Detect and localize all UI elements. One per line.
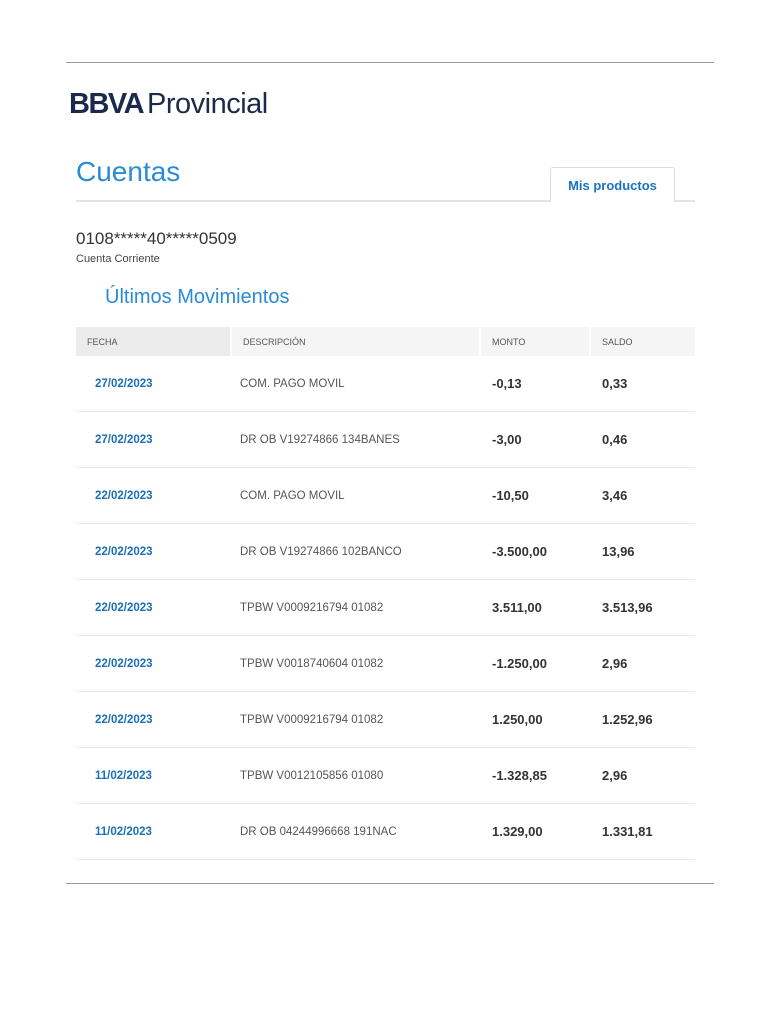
row-description: TPBW V0012105856 01080: [231, 747, 480, 804]
row-date[interactable]: 22/02/2023: [76, 691, 231, 748]
movements-table: FECHA DESCRIPCIÓN MONTO SALDO 27/02/2023…: [76, 327, 695, 860]
row-balance: 1.331,81: [590, 803, 695, 860]
row-amount: 1.329,00: [480, 803, 590, 860]
table-header: FECHA DESCRIPCIÓN MONTO SALDO: [76, 327, 695, 356]
row-amount: -3,00: [480, 411, 590, 468]
row-description: DR OB 04244996668 191NAC: [231, 803, 480, 860]
row-balance: 0,33: [590, 356, 695, 412]
row-amount: 1.250,00: [480, 691, 590, 748]
logo-bold: BBVA: [69, 88, 145, 120]
row-description: COM. PAGO MOVIL: [231, 467, 480, 524]
header-monto[interactable]: MONTO: [479, 327, 590, 356]
table-row[interactable]: 11/02/2023 TPBW V0012105856 01080 -1.328,8…: [76, 747, 695, 804]
row-balance: 0,46: [590, 411, 695, 468]
row-date[interactable]: 27/02/2023: [76, 356, 231, 412]
account-type: Cuenta Corriente: [76, 253, 160, 265]
row-amount: -1.328,85: [480, 747, 590, 804]
header-saldo[interactable]: SALDO: [589, 327, 695, 356]
table-row[interactable]: 11/02/2023 DR OB 04244996668 191NAC 1.329,…: [76, 803, 695, 860]
section-title: Últimos Movimientos: [105, 286, 290, 308]
row-balance: 2,96: [590, 747, 695, 804]
row-balance: 2,96: [590, 635, 695, 692]
row-balance: 1.252,96: [590, 691, 695, 748]
table-row[interactable]: 22/02/2023 COM. PAGO MOVIL -10,50 3,46: [76, 467, 695, 524]
logo-light: Provincial: [147, 88, 268, 120]
table-row[interactable]: 22/02/2023 TPBW V0009216794 01082 1.250,00…: [76, 691, 695, 748]
row-description: COM. PAGO MOVIL: [231, 356, 480, 412]
bbva-provincial-logo: BBVA Provincial: [69, 88, 268, 121]
table-row[interactable]: 27/02/2023 COM. PAGO MOVIL -0,13 0,33: [76, 356, 695, 412]
table-row[interactable]: 22/02/2023 TPBW V0018740604 01082 -1.250,0…: [76, 635, 695, 692]
row-amount: 3.511,00: [480, 579, 590, 636]
row-amount: -1.250,00: [480, 635, 590, 692]
row-date[interactable]: 22/02/2023: [76, 635, 231, 692]
row-description: DR OB V19274866 134BANES: [231, 411, 480, 468]
bottom-divider: [66, 883, 714, 884]
tab-mis-productos[interactable]: Mis productos: [550, 167, 675, 202]
row-amount: -3.500,00: [480, 523, 590, 580]
page-title: Cuentas: [76, 156, 181, 187]
row-balance: 13,96: [590, 523, 695, 580]
row-date[interactable]: 11/02/2023: [76, 803, 231, 860]
table-row[interactable]: 22/02/2023 DR OB V19274866 102BANCO -3.500…: [76, 523, 695, 580]
top-divider: [66, 62, 714, 63]
header-fecha[interactable]: FECHA: [76, 327, 231, 356]
row-balance: 3.513,96: [590, 579, 695, 636]
header-descripcion[interactable]: DESCRIPCIÓN: [230, 327, 480, 356]
row-date[interactable]: 11/02/2023: [76, 747, 231, 804]
row-description: DR OB V19274866 102BANCO: [231, 523, 480, 580]
account-number: 0108*****40*****0509: [76, 229, 237, 248]
row-description: TPBW V0009216794 01082: [231, 579, 480, 636]
row-date[interactable]: 22/02/2023: [76, 579, 231, 636]
row-amount: -0,13: [480, 356, 590, 412]
table-row[interactable]: 27/02/2023 DR OB V19274866 134BANES -3,00 0…: [76, 411, 695, 468]
row-date[interactable]: 22/02/2023: [76, 467, 231, 524]
row-description: TPBW V0009216794 01082: [231, 691, 480, 748]
row-date[interactable]: 27/02/2023: [76, 411, 231, 468]
page: BBVA Provincial Cuentas Mis productos 010…: [0, 0, 768, 1024]
row-amount: -10,50: [480, 467, 590, 524]
row-date[interactable]: 22/02/2023: [76, 523, 231, 580]
table-row[interactable]: 22/02/2023 TPBW V0009216794 01082 3.511,00…: [76, 579, 695, 636]
row-balance: 3,46: [590, 467, 695, 524]
row-description: TPBW V0018740604 01082: [231, 635, 480, 692]
